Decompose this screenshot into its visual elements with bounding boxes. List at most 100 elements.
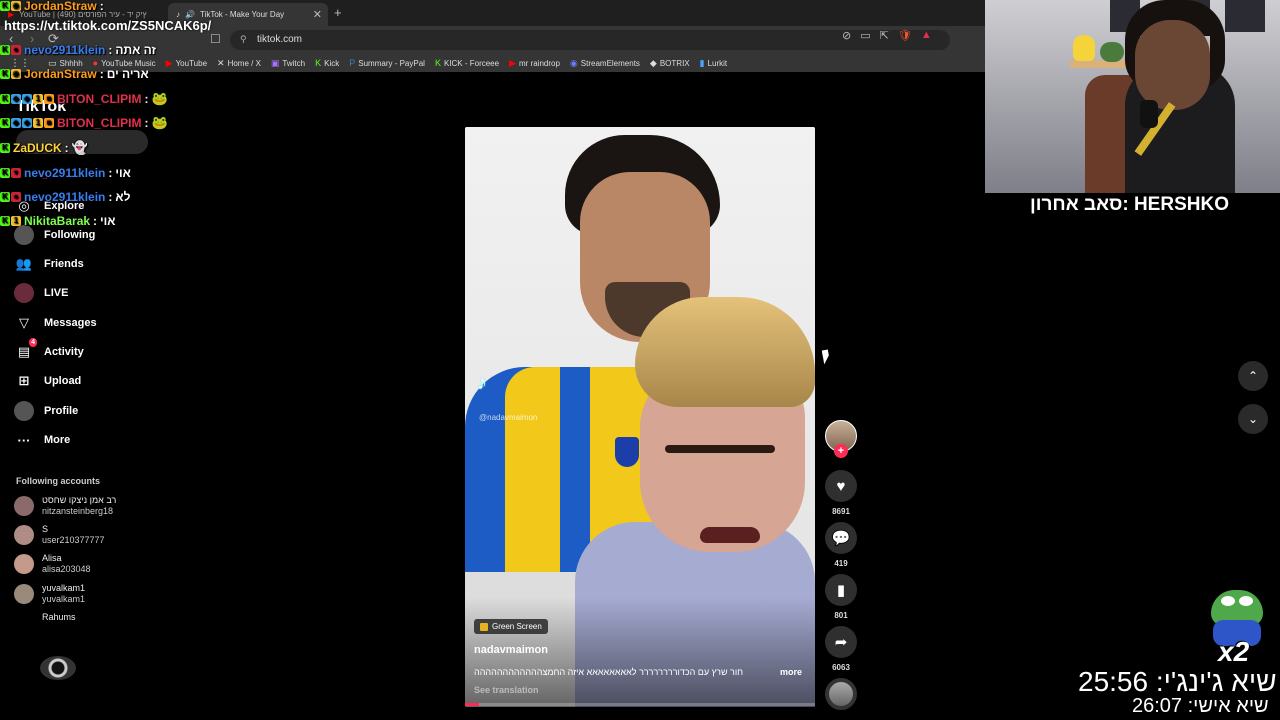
mouse-cursor-icon — [821, 349, 831, 365]
brave-shield-icon[interactable]: 🛡 — [898, 29, 912, 42]
profile-avatar-icon — [14, 401, 34, 421]
new-tab-button[interactable]: + — [334, 5, 342, 20]
nav-activity[interactable]: ▤ 4 Activity — [14, 338, 84, 363]
pepe-emote-icon: 🐸 — [151, 91, 168, 106]
chat-message: K1 NikitaBarak: אוי — [0, 212, 115, 230]
previous-video-button[interactable]: ⌃ — [1238, 361, 1268, 391]
site-info-icon[interactable]: ⚲ — [240, 34, 247, 45]
chat-badges: K ● — [0, 45, 21, 55]
video-progress-fill — [465, 703, 479, 706]
record-timer-personal: שיא אישי: 26:07 — [1132, 695, 1269, 717]
heart-icon[interactable]: ♥ — [825, 470, 857, 502]
pepe-emote-icon: 🐸 — [151, 115, 168, 130]
chat-text: אריה ים — [106, 67, 149, 81]
bookmark-lurkit[interactable]: ▮ Lurkit — [700, 58, 728, 69]
kick-icon: K — [434, 58, 441, 68]
tab-label: TikTok - Make Your Day — [199, 10, 285, 19]
chat-badges: K ◆ ◆ 1 ■ — [0, 118, 54, 128]
avatar — [14, 525, 34, 545]
mute-icon[interactable]: ⊘ — [842, 29, 851, 42]
chat-text: זה אתה — [115, 43, 156, 57]
video-player[interactable]: ♪ @nadavmaimon Green Screen nadavmaimon … — [465, 127, 815, 707]
comment-icon[interactable]: 💬 — [825, 522, 857, 554]
chat-message: K ◆ ◆ 1 ■ BITON_CLIPIM: 🐸 — [0, 90, 168, 108]
sound-disc-icon[interactable] — [825, 678, 857, 710]
share-icon[interactable]: ⇱ — [880, 29, 889, 42]
chat-link[interactable]: https://vt.tiktok.com/ZS5NCAK6p/ — [4, 18, 211, 33]
bookmark-youtube[interactable]: ▶ YouTube — [166, 58, 207, 69]
chat-badges: K — [0, 143, 10, 153]
chat-badges: K ● — [0, 192, 21, 202]
cast-icon[interactable]: ▭ — [860, 29, 870, 42]
bookmark-paypal[interactable]: P Summary - PayPal — [349, 58, 425, 68]
webcam-feed — [985, 0, 1280, 193]
following-account[interactable]: Rahums — [14, 612, 76, 622]
streamer-face — [1135, 20, 1210, 110]
ghost-emote-icon: 👻 — [71, 140, 88, 155]
kick-icon: K — [315, 58, 322, 68]
following-account[interactable]: Alisa alisa203048 — [14, 553, 91, 575]
bookmark-x[interactable]: ✕ Home / X — [217, 58, 261, 69]
bookmark-streamelements[interactable]: ◉ StreamElements — [570, 58, 640, 69]
watermark-username: @nadavmaimon — [479, 413, 538, 422]
chat-badges: K ◆ ◆ 1 ■ — [0, 94, 54, 104]
bookmark-mr-raindrop[interactable]: ▶ mr raindrop — [509, 58, 560, 69]
chat-username: nevo2911klein — [24, 43, 106, 57]
following-account[interactable]: Suser210377777 — [14, 524, 105, 546]
url-text: tiktok.com — [257, 34, 303, 45]
chat-badges: K ◉ — [0, 1, 21, 11]
share-action[interactable]: ➦ 6063 — [825, 626, 857, 672]
chat-username: ZaDUCK — [13, 141, 62, 155]
video-progress-bar[interactable] — [465, 703, 815, 706]
chat-username: BITON_CLIPIM — [57, 116, 142, 130]
chat-message: K ● nevo2911klein: לא — [0, 188, 130, 206]
chat-message: K ◉ JordanStraw: — [0, 0, 104, 15]
bookmark-kick-forceee[interactable]: K KICK - Forceee — [435, 58, 499, 68]
youtube-icon: ▶ — [165, 57, 173, 68]
upload-icon: ⊞ — [18, 373, 30, 388]
see-translation-link[interactable]: See translation — [474, 685, 539, 695]
following-account[interactable]: yuvalkam1 yuvalkam1 — [14, 583, 85, 605]
chat-username: NikitaBarak — [24, 214, 91, 228]
chat-username: JordanStraw — [24, 0, 97, 13]
chat-message: K ● nevo2911klein: זה אתה — [0, 41, 156, 59]
bookmark-twitch[interactable]: ▣ Twitch — [271, 58, 305, 69]
microphone-icon — [1140, 100, 1158, 128]
avatar — [14, 496, 34, 516]
nav-messages[interactable]: ▽ Messages — [14, 312, 97, 334]
follow-plus-button[interactable]: + — [834, 444, 848, 458]
botrix-icon: ◆ — [649, 57, 657, 68]
like-action[interactable]: ♥ 8691 — [825, 470, 857, 516]
chat-message: K ◆ ◆ 1 ■ BITON_CLIPIM: 🐸 — [0, 114, 168, 132]
activity-icon: ▤ 4 — [17, 338, 37, 359]
pikachu-figure — [1073, 35, 1095, 61]
next-video-button[interactable]: ⌄ — [1238, 404, 1268, 434]
share-arrow-icon[interactable]: ➦ — [825, 626, 857, 658]
bookmark-icon[interactable]: ▮ — [825, 574, 857, 606]
video-author[interactable]: nadavmaimon — [474, 644, 548, 656]
bookmark-icon[interactable]: ☐ — [210, 32, 221, 46]
bookmark-botrix[interactable]: ◆ BOTRIX — [650, 58, 690, 69]
video-caption: חור שרץ עם הכדורררררררר לאאאאאאאא איזה ה… — [474, 667, 744, 677]
comment-count: 419 — [834, 559, 848, 568]
nav-live[interactable]: LIVE — [14, 282, 68, 304]
streamelements-icon: ◉ — [569, 57, 578, 68]
chat-username: JordanStraw — [24, 67, 97, 81]
nav-upload[interactable]: ⊞ Upload — [14, 370, 82, 392]
save-action[interactable]: ▮ 801 — [825, 574, 857, 620]
nav-profile[interactable]: Profile — [14, 400, 78, 422]
caption-more-button[interactable]: more — [780, 667, 802, 677]
comment-action[interactable]: 💬 419 — [825, 522, 857, 568]
chat-text: אוי — [100, 214, 116, 228]
share-count: 6063 — [832, 663, 850, 672]
plant — [1100, 42, 1124, 62]
close-icon[interactable]: ✕ — [313, 8, 322, 21]
nav-more[interactable]: ··· More — [14, 429, 71, 451]
more-icon: ··· — [17, 432, 31, 448]
save-count: 801 — [834, 611, 848, 620]
bookmark-kick[interactable]: K Kick — [315, 58, 339, 68]
green-screen-tag[interactable]: Green Screen — [474, 619, 548, 634]
nav-friends[interactable]: 👥 Friends — [14, 253, 84, 275]
brave-rewards-icon[interactable]: ▲ — [921, 29, 932, 42]
following-account[interactable]: רב אמן ניצקו שחסט nitzansteinberg18 — [14, 495, 116, 517]
